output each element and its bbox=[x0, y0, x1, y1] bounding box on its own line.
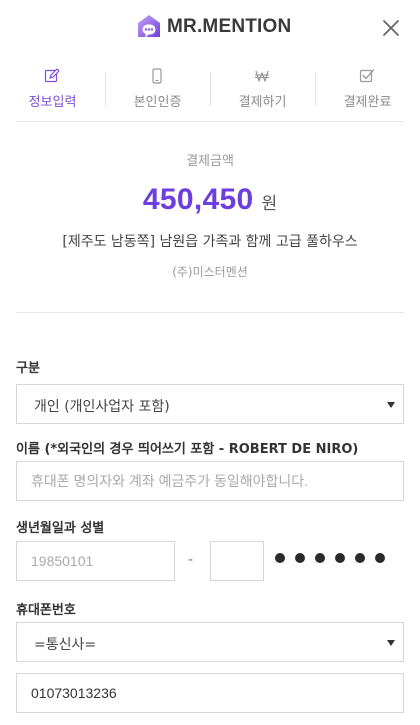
phone-number-input[interactable] bbox=[16, 673, 404, 713]
company-name: (주)미스터멘션 bbox=[172, 265, 248, 279]
amount-label: 결제금액 bbox=[186, 154, 234, 169]
birth-gender-label: 생년월일과 성별 bbox=[16, 521, 105, 536]
mask-dot bbox=[355, 553, 365, 563]
step-label: 정보입력 bbox=[28, 95, 77, 110]
mask-dot bbox=[275, 553, 285, 563]
step-indicator: 정보입력 본인인증 결제하기 결제완료 bbox=[0, 60, 420, 120]
logo-text: MR.MENTION bbox=[167, 16, 292, 37]
checkbox-icon bbox=[359, 69, 375, 83]
mask-dot bbox=[315, 553, 325, 563]
product-name: [제주도 남동쪽] 남원읍 가족과 함께 고급 풀하우스 bbox=[62, 234, 358, 250]
phone-icon bbox=[152, 68, 162, 84]
gender-digit-input[interactable] bbox=[210, 541, 264, 581]
edit-icon bbox=[44, 68, 60, 83]
step-info-input: 정보입력 bbox=[0, 60, 105, 120]
step-label: 결제하기 bbox=[238, 95, 287, 110]
name-input[interactable] bbox=[16, 461, 404, 501]
carrier-select-value: =통신사= bbox=[34, 637, 97, 653]
type-label: 구분 bbox=[16, 361, 40, 376]
phone-label: 휴대폰번호 bbox=[16, 603, 76, 618]
type-select-value: 개인 (개인사업자 포함) bbox=[34, 399, 170, 415]
dropdown-arrow-icon bbox=[387, 640, 395, 646]
step-payment: 결제하기 bbox=[210, 60, 315, 120]
won-icon bbox=[255, 70, 269, 82]
step-payment-complete: 결제완료 bbox=[315, 60, 420, 120]
divider bbox=[16, 312, 404, 313]
dropdown-arrow-icon bbox=[387, 402, 395, 408]
step-label: 본인인증 bbox=[133, 95, 182, 110]
mask-dot bbox=[335, 553, 345, 563]
header: MR.MENTION bbox=[0, 0, 420, 56]
divider bbox=[16, 121, 404, 122]
mask-dot bbox=[295, 553, 305, 563]
close-icon[interactable] bbox=[378, 15, 404, 41]
step-label: 결제완료 bbox=[343, 95, 392, 110]
masked-id-dots bbox=[275, 553, 395, 563]
amount-unit: 원 bbox=[261, 194, 278, 214]
payment-amount: 450,450 bbox=[142, 183, 254, 216]
payment-summary: 결제금액 450,450 원 [제주도 남동쪽] 남원읍 가족과 함께 고급 풀… bbox=[0, 150, 420, 280]
carrier-select[interactable]: =통신사= bbox=[16, 622, 404, 662]
mask-dot bbox=[375, 553, 385, 563]
birthdate-input[interactable] bbox=[16, 541, 175, 581]
type-select[interactable]: 개인 (개인사업자 포함) bbox=[16, 384, 404, 424]
name-label: 이름 (*외국인의 경우 띄어쓰기 포함 - ROBERT DE NIRO) bbox=[16, 442, 359, 457]
step-identity-verification: 본인인증 bbox=[105, 60, 210, 120]
amount-row: 450,450 원 bbox=[0, 183, 420, 217]
logo-mark-icon bbox=[138, 15, 160, 38]
logo[interactable]: MR.MENTION bbox=[137, 14, 291, 40]
birth-separator: - bbox=[188, 552, 194, 568]
